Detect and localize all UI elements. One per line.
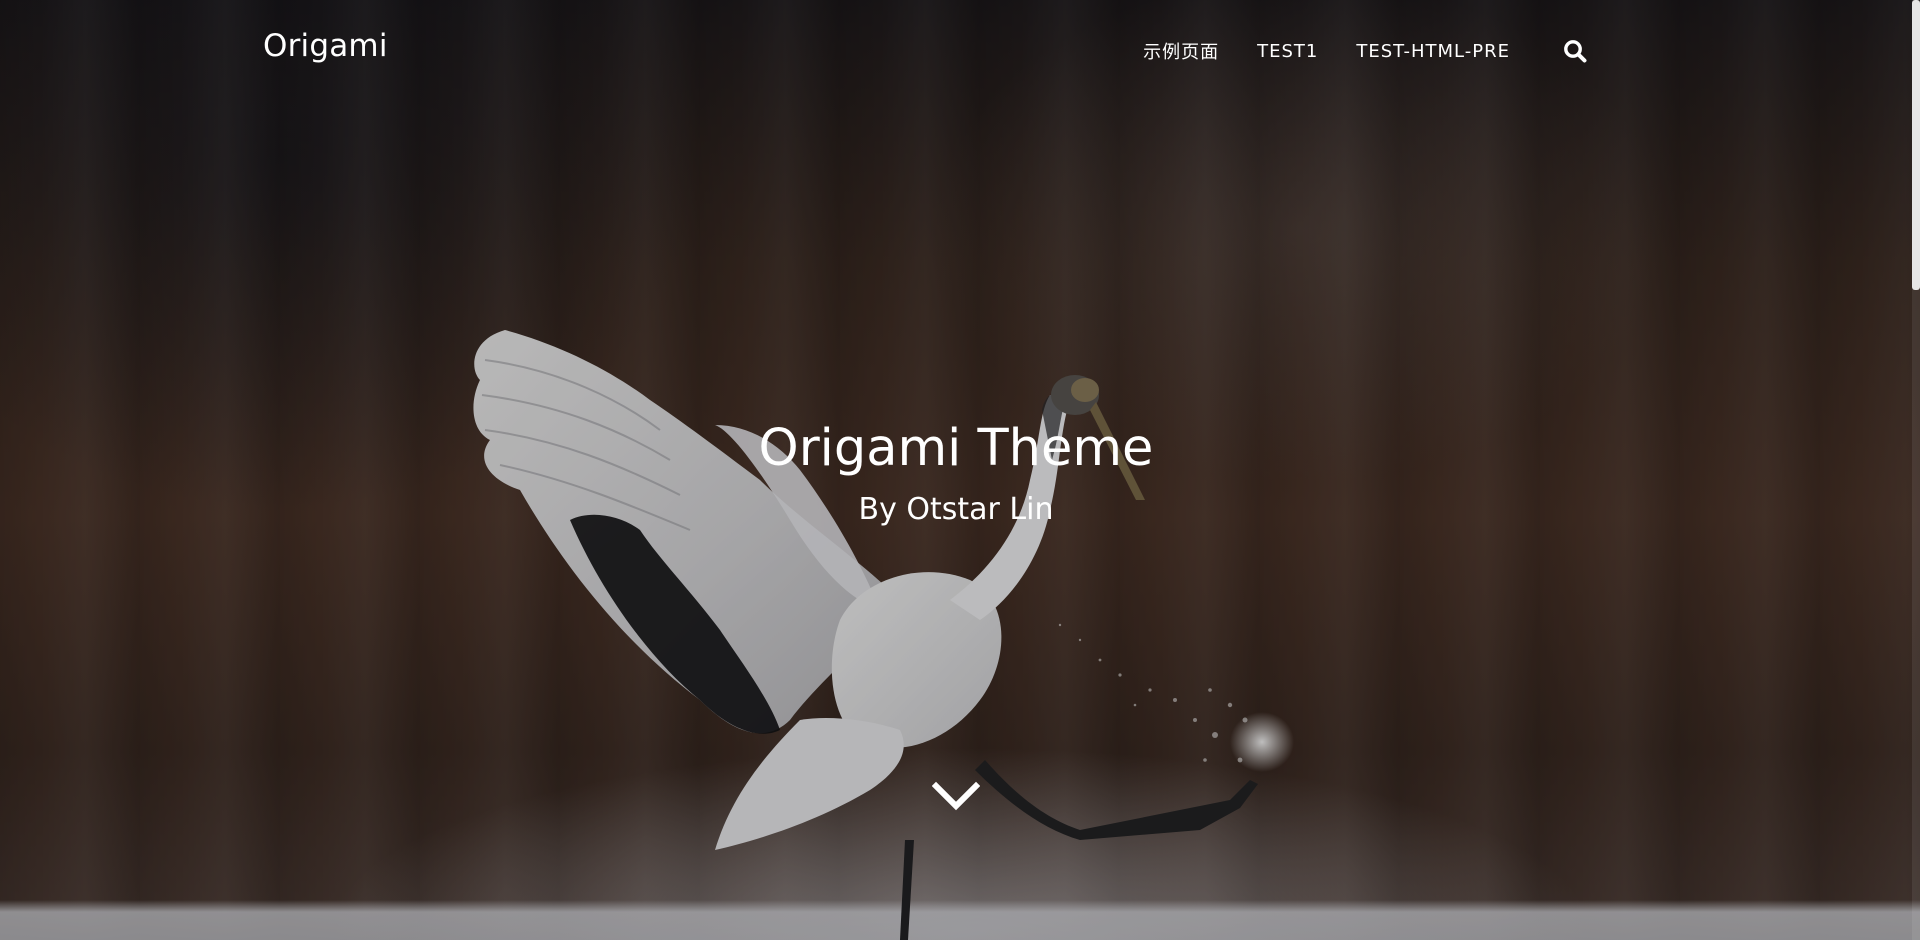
hero-title: Origami Theme (758, 419, 1154, 478)
nav-item-example-page[interactable]: 示例页面 (1143, 38, 1219, 64)
page-scrollbar[interactable] (1912, 0, 1920, 940)
page: Origami 示例页面 TEST1 TEST-HTML-PRE Origami… (0, 0, 1920, 940)
hero-heading-block: Origami Theme By Otstar Lin (0, 412, 1912, 530)
nav-item-test1[interactable]: TEST1 (1257, 41, 1318, 62)
nav-menu: 示例页面 TEST1 TEST-HTML-PRE (1105, 38, 1588, 64)
scrollbar-thumb[interactable] (1912, 0, 1920, 290)
search-icon[interactable] (1562, 38, 1588, 64)
site-brand-link[interactable]: Origami (263, 28, 388, 64)
chevron-down-icon[interactable] (931, 778, 981, 814)
navbar: Origami 示例页面 TEST1 TEST-HTML-PRE (0, 0, 1920, 100)
hero-subtitle: By Otstar Lin (858, 492, 1054, 527)
nav-item-test-html-pre[interactable]: TEST-HTML-PRE (1356, 41, 1510, 62)
